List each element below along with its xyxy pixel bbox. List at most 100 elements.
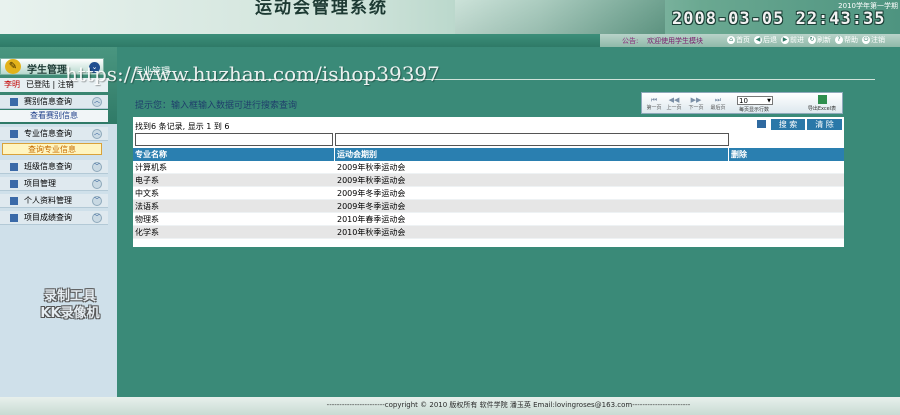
cell-delete[interactable] [729, 226, 731, 239]
next-page-icon: ▶▶ [690, 96, 702, 104]
user-name: 李明 [4, 80, 20, 89]
toolbar-label: 后退 [763, 36, 777, 44]
forward-icon: ▶ [781, 36, 789, 44]
cell-major: 化学系 [135, 228, 159, 237]
sidebar-item-score-query[interactable]: 项目成绩查询 ﹀ [0, 211, 108, 225]
first-page-button[interactable]: ⏮ 第一页 [646, 96, 662, 112]
toolbar-back-button[interactable]: ◀ 后退 [754, 35, 777, 45]
menu-icon [10, 180, 18, 188]
sidebar-item-class-query[interactable]: 班级信息查询 ﹀ [0, 160, 108, 174]
pager-label: 上一页 [666, 105, 682, 111]
cell-event: 2010年秋季运动会 [337, 228, 406, 237]
toolbar-help-button[interactable]: ? 帮助 [835, 35, 858, 45]
app-header: 运动会管理系统 2010学年第一学期 2008-03-05 22:43:35 [0, 0, 900, 34]
menu-icon [10, 197, 18, 205]
first-page-icon: ⏮ [650, 96, 658, 104]
record-count: 找到6 条记录, 显示 1 到 6 [135, 122, 230, 131]
cell-major: 法语系 [135, 202, 159, 211]
cell-delete[interactable] [729, 200, 731, 213]
sidebar-item-profile-manage[interactable]: 个人资料管理 ﹀ [0, 194, 108, 208]
watermark-line: KK录像机 [40, 306, 100, 321]
page-size-select[interactable]: 10 ▼ [737, 96, 773, 105]
event-period-filter-input[interactable] [335, 133, 729, 146]
sidebar-item-label: 项目成绩查询 [24, 213, 72, 222]
prev-page-button[interactable]: ◀◀ 上一页 [666, 96, 682, 112]
cell-delete[interactable] [729, 213, 731, 226]
toolbar-forward-button[interactable]: ▶ 前进 [781, 35, 804, 45]
table-row[interactable]: 电子系 2009年秋季运动会 [133, 174, 844, 187]
student-logo-icon: ✎ [5, 59, 21, 74]
back-icon: ◀ [754, 36, 762, 44]
column-header-delete: 删除 [731, 150, 747, 159]
notice-text: 欢迎使用学生模块 [647, 37, 703, 45]
sort-icon[interactable] [757, 120, 766, 128]
cell-delete[interactable] [729, 174, 731, 187]
home-icon: ⌂ [727, 36, 735, 44]
sidebar-item-label: 个人资料管理 [24, 196, 72, 205]
refresh-icon: ↻ [808, 36, 816, 44]
toolbar-home-button[interactable]: ⌂ 首页 [727, 35, 750, 45]
last-page-button[interactable]: ⏭ 最后页 [710, 96, 726, 112]
chevron-down-icon[interactable]: ﹀ [92, 196, 102, 206]
cell-delete[interactable] [729, 187, 731, 200]
chevron-down-icon[interactable]: ﹀ [92, 179, 102, 189]
page-footer: -----------------------copyright © 2010 … [117, 397, 900, 415]
cell-event: 2010年春季运动会 [337, 215, 406, 224]
sidebar-item-major-query[interactable]: 专业信息查询 ︿ [0, 127, 108, 141]
sidebar-item-project-manage[interactable]: 项目管理 ﹀ [0, 177, 108, 191]
toolbar-refresh-button[interactable]: ↻ 刷新 [808, 35, 831, 45]
cell-delete[interactable] [729, 161, 731, 174]
pager-toolbar: ⏮ 第一页 ◀◀ 上一页 ▶▶ 下一页 ⏭ 最后页 10 ▼ 每页显示行数 导出Excel… [641, 92, 843, 114]
cell-major: 物理系 [135, 215, 159, 224]
digital-clock: 2008-03-05 22:43:35 [672, 9, 886, 29]
cell-event: 2009年冬季运动会 [337, 202, 406, 211]
page-size-value: 10 [739, 97, 748, 105]
url-watermark: https://www.huzhan.com/ishop39397 [65, 62, 440, 86]
chevron-down-icon[interactable]: ﹀ [92, 162, 102, 172]
chevron-up-icon[interactable]: ︿ [92, 97, 102, 107]
data-table-panel: 找到6 条记录, 显示 1 到 6 搜 索 清 除 专业名称 运动会期别 删除 … [133, 117, 844, 247]
menu-icon [10, 130, 18, 138]
toolbar-logout-button[interactable]: ⏻ 注销 [862, 35, 885, 45]
sidebar-item-label: 项目管理 [24, 179, 56, 188]
export-label: 导出Excel表 [807, 106, 837, 112]
toolbar-label: 前进 [790, 36, 804, 44]
export-excel-button[interactable]: 导出Excel表 [805, 95, 839, 112]
table-header-row: 专业名称 运动会期别 删除 [133, 148, 844, 161]
cell-event: 2009年冬季运动会 [337, 189, 406, 198]
excel-icon [817, 95, 827, 104]
pager-label: 第一页 [646, 105, 662, 111]
next-page-button[interactable]: ▶▶ 下一页 [688, 96, 704, 112]
app-title: 运动会管理系统 [255, 0, 388, 18]
top-toolbar: ⌂ 首页 ◀ 后退 ▶ 前进 ↻ 刷新 ? 帮助 ⏻ 注销 [727, 35, 885, 45]
table-row[interactable]: 中文系 2009年冬季运动会 [133, 187, 844, 200]
search-hint: 提示您：输入框输入数据可进行搜索查询 [135, 101, 298, 111]
cell-event: 2009年秋季运动会 [337, 176, 406, 185]
cell-major: 计算机系 [135, 163, 167, 172]
dropdown-arrow-icon: ▼ [767, 98, 771, 104]
last-page-icon: ⏭ [714, 96, 722, 104]
clear-button[interactable]: 清 除 [807, 119, 842, 130]
table-row[interactable]: 计算机系 2009年秋季运动会 [133, 161, 844, 174]
chevron-down-icon[interactable]: ﹀ [92, 213, 102, 223]
column-header-event[interactable]: 运动会期别 [335, 148, 729, 161]
table-row[interactable]: 法语系 2009年冬季运动会 [133, 200, 844, 213]
sidebar-item-event-query[interactable]: 赛别信息查询 ︿ [0, 95, 108, 109]
table-row[interactable]: 物理系 2010年春季运动会 [133, 213, 844, 226]
toolbar-label: 首页 [736, 36, 750, 44]
menu-icon [10, 214, 18, 222]
major-name-filter-input[interactable] [135, 133, 333, 146]
copyright-text: -----------------------copyright © 2010 … [326, 401, 691, 409]
sidebar-item-label: 赛别信息查询 [24, 97, 72, 106]
search-button[interactable]: 搜 索 [771, 119, 805, 130]
menu-icon [10, 98, 18, 106]
help-icon: ? [835, 36, 843, 44]
sidebar-subitem-query-major[interactable]: 查询专业信息 [2, 143, 102, 155]
table-row[interactable]: 化学系 2010年秋季运动会 [133, 226, 844, 239]
column-header-major[interactable]: 专业名称 [133, 148, 335, 161]
sidebar-subitem-view-event[interactable]: 查看赛别信息 [0, 110, 108, 122]
logout-icon: ⏻ [862, 36, 870, 44]
chevron-up-icon[interactable]: ︿ [92, 129, 102, 139]
menu-icon [10, 163, 18, 171]
pager-label: 最后页 [710, 105, 726, 111]
